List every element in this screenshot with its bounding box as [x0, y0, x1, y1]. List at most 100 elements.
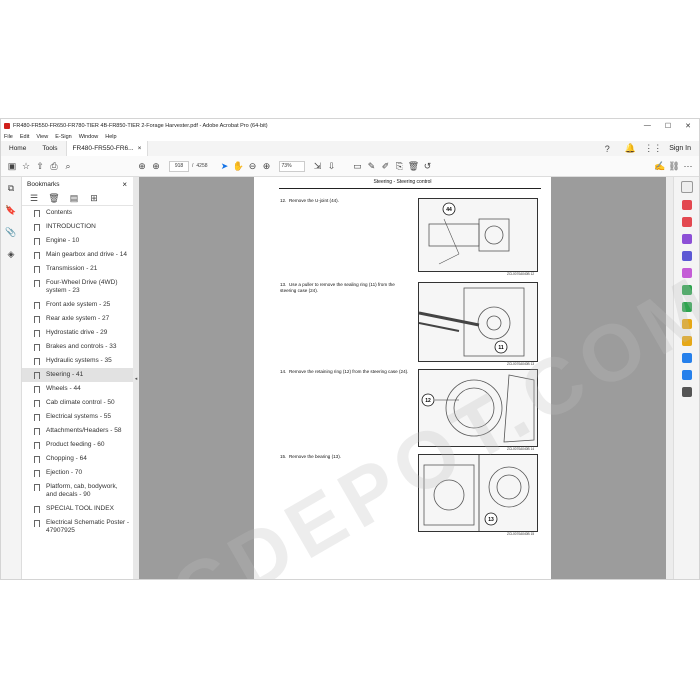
- protect-icon[interactable]: [682, 370, 692, 380]
- more-options-icon[interactable]: ⋯: [681, 159, 695, 173]
- download-icon[interactable]: ⇩: [325, 159, 339, 173]
- attachments-icon[interactable]: 📎: [4, 225, 18, 239]
- next-page-icon[interactable]: ⊕: [149, 159, 163, 173]
- fill-sign-icon[interactable]: [682, 285, 692, 295]
- bookmark-item[interactable]: Hydrostatic drive - 29: [22, 326, 133, 340]
- title-bar: FR480-FR550-FR650-FR780-TIER 4B-FR850-TI…: [1, 119, 699, 132]
- save-icon[interactable]: ▣: [5, 159, 19, 173]
- bookmark-icon: [34, 484, 40, 491]
- bookmark-item[interactable]: Electrical systems - 55: [22, 410, 133, 424]
- new-bookmark-icon[interactable]: ▤: [67, 191, 81, 205]
- bookmarks-icon[interactable]: 🔖: [4, 203, 18, 217]
- options-menu-icon[interactable]: ☰: [27, 191, 41, 205]
- maximize-button[interactable]: ☐: [665, 122, 671, 130]
- bookmark-item[interactable]: Steering - 41: [22, 368, 133, 382]
- bookmark-item[interactable]: Four-Wheel Drive (4WD) system - 23: [22, 276, 133, 298]
- create-pdf-icon[interactable]: [682, 217, 692, 227]
- bookmark-add-icon[interactable]: ⊞: [87, 191, 101, 205]
- tab-document[interactable]: FR480-FR550-FR6... ×: [65, 141, 149, 156]
- menu-view[interactable]: View: [36, 134, 48, 140]
- bookmark-item[interactable]: Hydraulic systems - 35: [22, 354, 133, 368]
- comment-icon[interactable]: ▭: [351, 159, 365, 173]
- hand-tool-icon[interactable]: ✋: [232, 159, 246, 173]
- prepare-form-icon[interactable]: [682, 302, 692, 312]
- bookmark-label: Electrical Schematic Poster - 47907925: [46, 519, 130, 534]
- select-cursor-icon[interactable]: ➤: [218, 159, 232, 173]
- export-pdf-icon[interactable]: [682, 200, 692, 210]
- cloud-upload-icon[interactable]: ⇧: [33, 159, 47, 173]
- sign-icon[interactable]: ✍: [653, 159, 667, 173]
- page-number-input[interactable]: 918: [169, 160, 189, 172]
- menu-window[interactable]: Window: [79, 134, 99, 140]
- sign-in-button[interactable]: Sign In: [669, 145, 691, 152]
- close-window-button[interactable]: ✕: [685, 122, 691, 130]
- bookmark-label: Main gearbox and drive - 14: [46, 251, 127, 258]
- bookmark-label: Four-Wheel Drive (4WD) system - 23: [46, 279, 118, 294]
- minimize-button[interactable]: —: [644, 122, 651, 130]
- zoom-select[interactable]: 73%: [278, 160, 305, 172]
- tab-close-button[interactable]: ×: [138, 145, 142, 152]
- bookmark-item[interactable]: Wheels - 44: [22, 382, 133, 396]
- stamp-icon[interactable]: ⎘: [393, 159, 407, 173]
- menu-help[interactable]: Help: [105, 134, 116, 140]
- print-icon[interactable]: ⎙: [47, 159, 61, 173]
- bookmark-item[interactable]: Contents: [22, 206, 133, 220]
- undo-icon[interactable]: ↺: [421, 159, 435, 173]
- bookmark-item[interactable]: Engine - 10: [22, 234, 133, 248]
- page-thumbnails-icon[interactable]: ⧉: [4, 181, 18, 195]
- bookmark-item[interactable]: Main gearbox and drive - 14: [22, 248, 133, 262]
- previous-page-icon[interactable]: ⊕: [135, 159, 149, 173]
- more-tools-icon[interactable]: [682, 387, 692, 397]
- help-icon[interactable]: ?: [600, 142, 614, 156]
- delete-icon[interactable]: 🗑: [407, 159, 421, 173]
- bookmark-item[interactable]: Front axle system - 25: [22, 298, 133, 312]
- bookmark-item[interactable]: Attachments/Headers - 58: [22, 424, 133, 438]
- document-viewer[interactable]: Steering - Steering control 12. Remove t…: [139, 177, 666, 579]
- menu-esign[interactable]: E-Sign: [55, 134, 72, 140]
- edit-pdf-icon[interactable]: [682, 234, 692, 244]
- share-link-icon[interactable]: ⛓: [667, 159, 681, 173]
- layers-icon[interactable]: ◈: [4, 247, 18, 261]
- bookmark-item[interactable]: Platform, cab, bodywork, and decals - 90: [22, 480, 133, 502]
- vertical-scrollbar[interactable]: [666, 177, 673, 579]
- bookmark-item[interactable]: Transmission - 21: [22, 262, 133, 276]
- step-13: 13. Use a puller to remove the sealing r…: [280, 282, 410, 294]
- send-for-comments-icon[interactable]: [682, 319, 692, 329]
- highlight-pen-icon[interactable]: ✎: [365, 159, 379, 173]
- figure-13: 11: [418, 282, 538, 362]
- bookmark-item[interactable]: Product feeding - 60: [22, 438, 133, 452]
- scan-ocr-icon[interactable]: [682, 353, 692, 363]
- bookmark-icon: [34, 428, 40, 435]
- combine-files-icon[interactable]: [682, 251, 692, 261]
- bookmark-item[interactable]: Chopping - 64: [22, 452, 133, 466]
- close-panel-button[interactable]: ×: [122, 180, 127, 189]
- bookmark-star-icon[interactable]: ☆: [19, 159, 33, 173]
- tab-home[interactable]: Home: [1, 141, 34, 156]
- tab-tools[interactable]: Tools: [34, 141, 65, 156]
- bookmark-item[interactable]: Cab climate control - 50: [22, 396, 133, 410]
- apps-grid-icon[interactable]: ⋮⋮: [644, 142, 662, 156]
- draw-icon[interactable]: ✐: [379, 159, 393, 173]
- search-icon[interactable]: ⌕: [61, 159, 75, 173]
- comment-tool-icon[interactable]: [682, 336, 692, 346]
- bookmark-item[interactable]: Ejection - 70: [22, 466, 133, 480]
- zoom-out-icon[interactable]: ⊖: [246, 159, 260, 173]
- bookmark-item[interactable]: Electrical Schematic Poster - 47907925: [22, 516, 133, 538]
- notification-bell-icon[interactable]: 🔔: [623, 142, 637, 156]
- bookmark-item[interactable]: Rear axle system - 27: [22, 312, 133, 326]
- menu-edit[interactable]: Edit: [20, 134, 29, 140]
- search-tool-icon[interactable]: [681, 181, 693, 193]
- page-fit-icon[interactable]: ⇲: [311, 159, 325, 173]
- organize-pages-icon[interactable]: [682, 268, 692, 278]
- figure-13-drawing: 11: [419, 287, 525, 357]
- zoom-in-icon[interactable]: ⊕: [260, 159, 274, 173]
- fig-number: 13: [530, 362, 535, 366]
- caption-code: ZCL0070A040B: [507, 362, 530, 366]
- bookmark-item[interactable]: INTRODUCTION: [22, 220, 133, 234]
- bookmark-item[interactable]: SPECIAL TOOL INDEX: [22, 502, 133, 516]
- bookmark-item[interactable]: Brakes and controls - 33: [22, 340, 133, 354]
- delete-bookmark-icon[interactable]: 🗑: [47, 191, 61, 205]
- menu-file[interactable]: File: [4, 134, 13, 140]
- bookmark-label: Rear axle system - 27: [46, 315, 110, 322]
- bookmark-icon: [34, 302, 40, 309]
